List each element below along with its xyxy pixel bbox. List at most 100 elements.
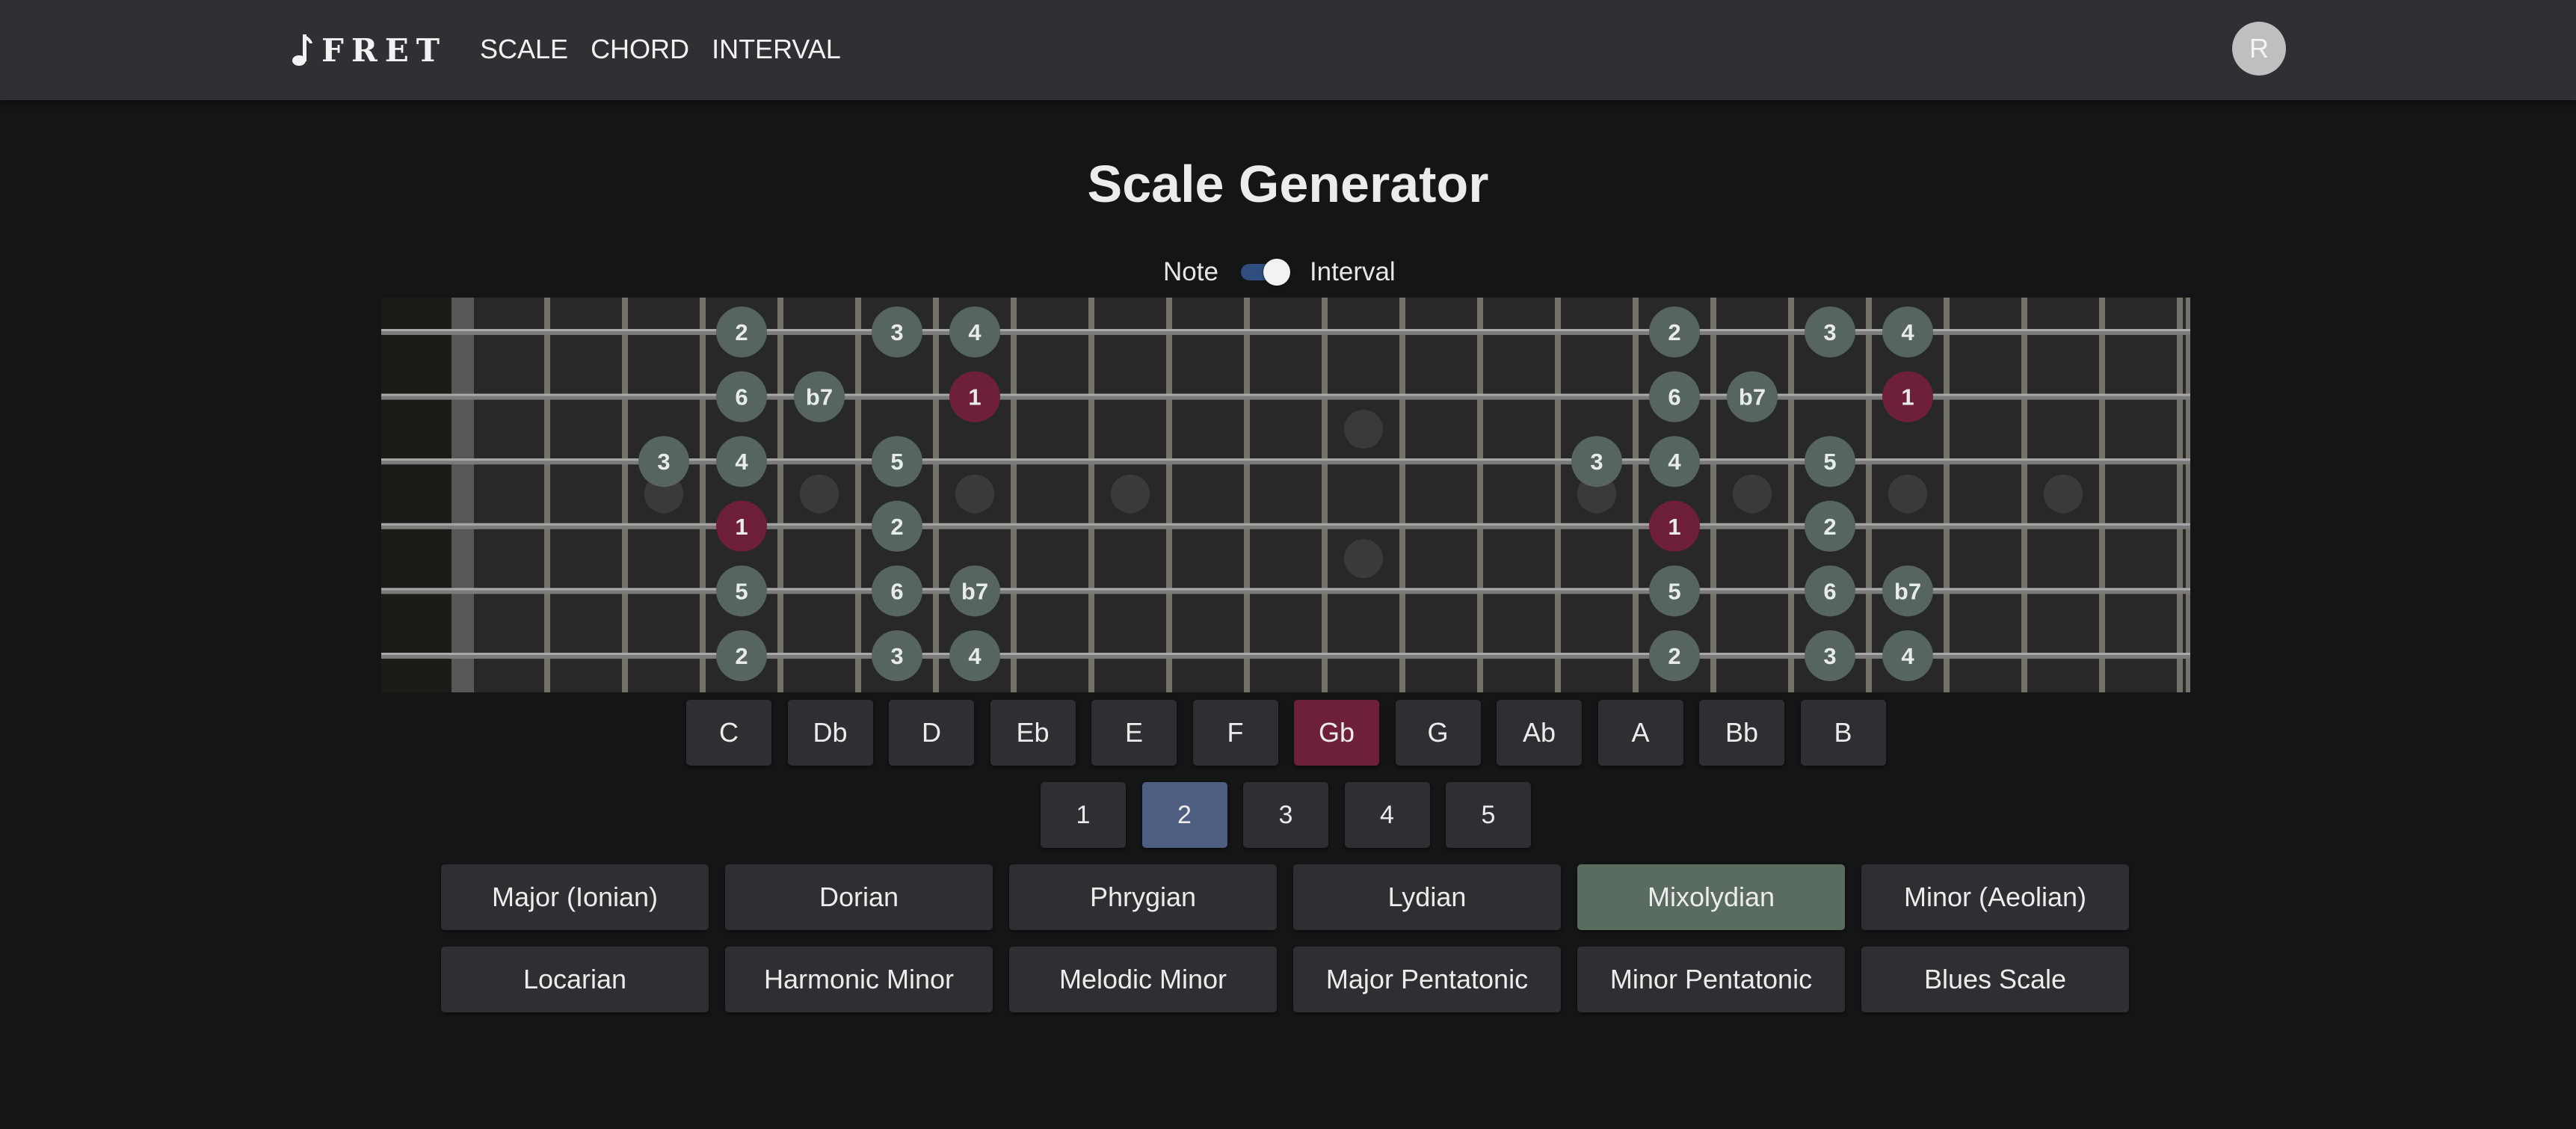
position-button-2[interactable]: 2 [1141,782,1227,848]
interval-marker[interactable]: 5 [1649,565,1700,617]
interval-marker[interactable]: 6 [1649,371,1700,422]
fret-inlay-dot [1733,474,1772,514]
marker-label: 4 [735,449,748,475]
interval-marker[interactable]: b7 [1882,565,1933,617]
interval-marker[interactable]: 4 [1882,630,1933,681]
interval-marker[interactable]: 2 [1649,307,1700,357]
key-button-gb[interactable]: Gb [1294,700,1379,766]
key-button-b[interactable]: B [1800,700,1886,766]
key-button-a[interactable]: A [1597,700,1683,766]
interval-marker[interactable]: 6 [716,371,767,422]
key-button-eb[interactable]: Eb [990,700,1076,766]
key-button-ab[interactable]: Ab [1497,700,1582,766]
toggle-label-interval: Interval [1309,257,1396,286]
scale-button-blues-scale[interactable]: Blues Scale [1861,947,2129,1012]
headstock-area [381,298,452,692]
root-note-marker[interactable]: 1 [1882,371,1933,422]
interval-marker[interactable]: 4 [949,307,1000,357]
scale-button-dorian[interactable]: Dorian [725,864,993,930]
position-button-4[interactable]: 4 [1344,782,1430,848]
marker-label: 5 [1668,578,1680,604]
interval-marker[interactable]: 4 [1882,307,1933,357]
marker-label: b7 [1739,384,1766,410]
interval-marker[interactable]: 2 [1805,500,1855,552]
root-note-marker[interactable]: 1 [1649,500,1700,552]
scale-button-phrygian[interactable]: Phrygian [1009,864,1277,930]
marker-label: 1 [1668,514,1680,540]
interval-marker[interactable]: 3 [1805,630,1855,681]
interval-marker[interactable]: 2 [716,630,767,681]
key-button-g[interactable]: G [1395,700,1481,766]
scale-button-minor-pentatonic[interactable]: Minor Pentatonic [1577,947,1845,1012]
fret-wire [1710,298,1716,692]
fret-wire [1088,298,1094,692]
interval-marker[interactable]: 2 [1649,630,1700,681]
scale-button-major-ionian[interactable]: Major (Ionian) [441,864,709,930]
scale-button-major-pentatonic[interactable]: Major Pentatonic [1293,947,1561,1012]
app-logo[interactable]: FRET [292,30,447,70]
fret-inlay-dot [1111,474,1150,514]
nut [452,298,474,692]
key-button-e[interactable]: E [1091,700,1177,766]
key-button-f[interactable]: F [1192,700,1278,766]
interval-marker[interactable]: 3 [1805,307,1855,357]
interval-marker[interactable]: b7 [949,565,1000,617]
interval-marker[interactable]: 4 [716,436,767,487]
toggle-label-note: Note [1163,257,1218,286]
marker-label: 2 [1668,643,1680,669]
root-note-marker[interactable]: 1 [949,371,1000,422]
interval-marker[interactable]: 5 [872,436,922,487]
interval-marker[interactable]: b7 [1727,371,1778,422]
fret-wire-end [2186,298,2190,692]
note-interval-switch[interactable] [1239,259,1290,286]
app-name: FRET [321,31,447,69]
marker-label: 4 [968,319,982,345]
fret-wire [2021,298,2027,692]
marker-label: 4 [968,643,982,669]
interval-marker[interactable]: 3 [638,436,689,487]
fret-wire [1477,298,1483,692]
key-button-c[interactable]: C [686,700,771,766]
scale-button-mixolydian[interactable]: Mixolydian [1577,864,1845,930]
scale-button-melodic-minor[interactable]: Melodic Minor [1009,947,1277,1012]
key-button-d[interactable]: D [889,700,974,766]
position-button-1[interactable]: 1 [1041,782,1126,848]
fret-wire [1244,298,1250,692]
interval-marker[interactable]: 3 [872,630,922,681]
marker-label: 2 [890,514,903,540]
key-button-db[interactable]: Db [787,700,873,766]
marker-label: 3 [890,319,903,345]
interval-marker[interactable]: 3 [872,307,922,357]
interval-marker[interactable]: 4 [949,630,1000,681]
fret-wire [777,298,783,692]
interval-marker[interactable]: 2 [716,307,767,357]
interval-marker[interactable]: 5 [716,565,767,617]
position-button-3[interactable]: 3 [1243,782,1328,848]
scale-button-minor-aeolian[interactable]: Minor (Aeolian) [1861,864,2129,930]
fret-wire [1011,298,1017,692]
interval-marker[interactable]: 4 [1649,436,1700,487]
marker-label: 5 [890,449,903,475]
scale-button-lydian[interactable]: Lydian [1293,864,1561,930]
scale-button-locarian[interactable]: Locarian [441,947,709,1012]
top-navbar: FRET SCALE CHORD INTERVAL R [0,0,2576,100]
marker-label: 4 [1901,319,1914,345]
fret-wire [1944,298,1950,692]
interval-marker[interactable]: 2 [872,500,922,552]
nav-interval[interactable]: INTERVAL [712,30,841,69]
interval-marker[interactable]: 6 [1805,565,1855,617]
interval-marker[interactable]: 6 [872,565,922,617]
scale-button-harmonic-minor[interactable]: Harmonic Minor [725,947,993,1012]
interval-marker[interactable]: b7 [794,371,845,422]
key-button-bb[interactable]: Bb [1699,700,1784,766]
fret-inlay-dot [1344,409,1383,449]
fret-wire [1399,298,1405,692]
interval-marker[interactable]: 5 [1805,436,1855,487]
user-avatar[interactable]: R [2232,22,2286,76]
nav-scale[interactable]: SCALE [480,30,568,69]
position-button-5[interactable]: 5 [1446,782,1531,848]
fret-inlay-dot [800,474,839,514]
nav-chord[interactable]: CHORD [591,30,689,69]
root-note-marker[interactable]: 1 [716,500,767,552]
interval-marker[interactable]: 3 [1571,436,1622,487]
